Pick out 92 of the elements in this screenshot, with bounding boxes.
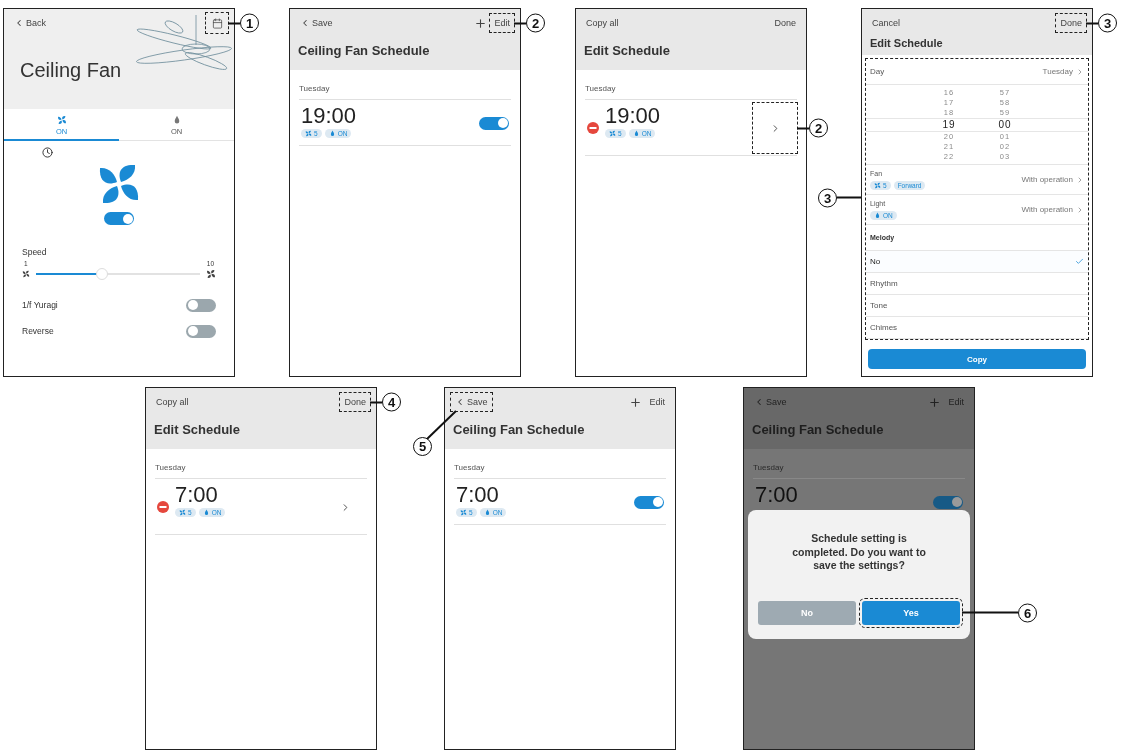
callout-number: 5 [413,437,432,456]
header-left-button[interactable]: Copy all [154,395,191,409]
remove-icon[interactable] [587,122,599,134]
screen-title: Edit Schedule [154,421,241,437]
drop-icon [874,211,881,219]
callout-number: 3 [818,188,837,207]
header-left-button[interactable]: Copy all [584,16,621,30]
leader-line [797,127,809,129]
copy-button[interactable]: Copy [868,349,1086,369]
header-right-button[interactable]: Done [1058,16,1084,30]
header-right-button[interactable]: Done [772,16,798,30]
fan-icon [179,509,186,516]
remove-icon[interactable] [157,501,169,513]
leader-line [962,611,1018,614]
screen-title: Edit Schedule [584,42,671,58]
leader-line [228,22,240,24]
fan-icon [22,270,30,278]
speed-label: Speed [22,247,48,257]
toggle-switch[interactable] [104,212,134,225]
chevron-right-icon [1076,67,1084,76]
entry-time: 19:00 [301,105,357,127]
device-title: Ceiling Fan [19,59,123,82]
drop-icon [483,509,491,516]
drop-icon [328,130,336,137]
header-right-button[interactable]: Edit [647,395,667,409]
header-left-button[interactable]: Save [453,395,490,409]
chevron-right-icon [1076,175,1084,184]
picker-hour: 19 [941,119,957,130]
toggle-switch[interactable] [933,495,963,509]
day-value[interactable]: Tuesday [1042,67,1084,76]
chevron-left-icon [455,397,465,407]
header-right-button[interactable]: Done [342,395,368,409]
header-right-button[interactable]: Edit [492,16,512,30]
drop-icon [202,509,210,516]
day-label: Tuesday [155,463,367,479]
fan-icon [206,269,216,279]
toggle-switch[interactable] [479,116,509,130]
screen-title: Edit Schedule [870,37,944,49]
slider-thumb[interactable] [95,268,108,280]
fan-icon [56,115,67,125]
picker-minute: 00 [997,119,1013,130]
day-label: Tuesday [299,84,511,100]
chevron-left-icon [300,18,310,28]
clock-icon[interactable] [42,147,53,158]
entry-time: 7:00 [456,484,500,506]
chevron-left-icon [14,18,24,28]
toggle-switch[interactable] [634,495,664,509]
setting-value[interactable]: With operation [1021,175,1084,184]
day-label: Tuesday [585,84,797,100]
entry-time: 7:00 [175,484,219,506]
day-label: Tuesday [454,463,666,479]
toggle-switch[interactable] [186,324,216,338]
entry-time: 19:00 [605,105,661,127]
check-icon [1075,257,1084,266]
screen-title: Ceiling Fan Schedule [453,421,586,437]
plus-icon [928,395,942,409]
day-label: Tuesday [753,463,965,479]
entry-time: 7:00 [755,484,798,506]
callout-number: 3 [1098,13,1117,33]
callout-number: 4 [382,392,401,412]
setting-label: 1/f Yuragi [22,300,58,310]
leader-line [370,401,382,403]
leader-line [837,196,861,199]
screen-title: Ceiling Fan Schedule [298,42,431,58]
setting-value[interactable]: With operation [1021,205,1084,214]
drop-icon [632,130,640,137]
callout-number: 6 [1018,603,1037,623]
callout-number: 2 [809,118,828,138]
fan-icon [305,130,312,137]
plus-icon [629,395,643,409]
chevron-right-icon [1076,205,1084,214]
schedule-button[interactable] [208,15,226,31]
header-left-button[interactable]: Save [298,16,335,30]
leader-line [514,22,526,24]
callout-number: 1 [240,13,259,33]
dialog-message: Schedule setting is completed. Do you want to save the settings? [791,532,927,573]
field-label: Day [870,67,885,76]
chevron-left-icon [754,397,764,407]
header-left-button[interactable]: Cancel [870,16,902,30]
calendar-icon [211,17,223,29]
plus-icon [474,16,488,30]
fan-icon [874,181,881,189]
callout-number: 2 [526,13,545,33]
screen-title: Ceiling Fan Schedule [752,421,885,437]
melody-option[interactable]: No [866,251,1088,273]
fan-icon [609,130,616,137]
fan-icon [460,509,467,516]
back-button[interactable]: Back [12,16,48,30]
leader-line [1086,22,1098,24]
dialog-button[interactable]: Yes [862,600,960,625]
toggle-switch[interactable] [186,298,216,312]
setting-label: Reverse [22,326,54,336]
